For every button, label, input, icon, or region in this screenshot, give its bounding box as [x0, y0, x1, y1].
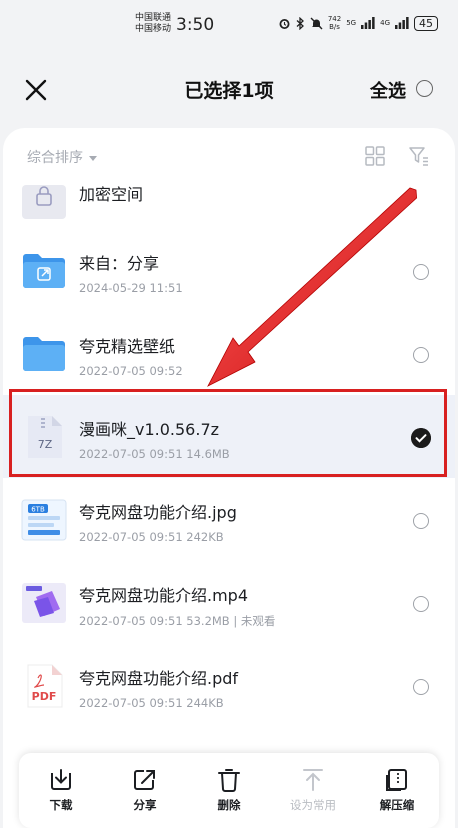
extract-archive-icon: [386, 769, 407, 791]
video-thumbnail-icon: [22, 583, 66, 623]
clock: 3:50: [176, 15, 215, 35]
share-label: 分享: [133, 798, 157, 812]
file-name: 漫画咪_v1.0.56.7z: [79, 420, 220, 439]
pdf-icon: PDF: [27, 664, 63, 708]
net-speed-value: 742: [327, 15, 342, 23]
download-label: 下载: [49, 798, 73, 812]
status-bar: 中国联通 中国移动 3:50 742 B/s 5G 4G 45: [0, 0, 458, 52]
file-name: 加密空间: [79, 185, 144, 204]
bottom-action-bar: 下载 分享 删除 设为常用 解压缩: [19, 753, 439, 828]
selection-header: 已选择1项 全选: [0, 62, 458, 118]
pin-up-icon: [303, 769, 323, 791]
battery-indicator: 45: [414, 15, 438, 31]
select-radio[interactable]: [413, 264, 429, 280]
extract-button[interactable]: 解压缩: [362, 753, 432, 823]
share-icon: [134, 770, 155, 790]
network-speed: 742 B/s: [328, 15, 341, 31]
file-meta: 2022-07-05 09:51 14.6MB: [79, 447, 230, 461]
lock-folder-icon: [22, 185, 66, 219]
set-common-label: 设为常用: [290, 798, 336, 812]
file-name: 夸克网盘功能介绍.mp4: [79, 586, 249, 605]
alarm-icon: [279, 18, 290, 29]
file-meta: 2022-07-05 09:51 244KB: [79, 696, 224, 710]
checkmark-icon[interactable]: [411, 428, 431, 448]
select-radio[interactable]: [413, 679, 429, 695]
signal-5g-label: 5G: [346, 19, 357, 27]
file-meta: 2024-05-29 11:51: [79, 281, 183, 295]
extract-label: 解压缩: [379, 798, 415, 812]
carrier-1: 中国联通: [135, 13, 172, 23]
carrier-labels: 中国联通 中国移动: [135, 13, 171, 35]
signal-bars-icon: [361, 17, 375, 29]
file-row-shared[interactable]: 来自：分享 2024-05-29 11:51: [3, 229, 455, 312]
file-name: 夸克网盘功能介绍.jpg: [79, 503, 237, 522]
select-radio[interactable]: [413, 596, 429, 612]
file-row-pdf[interactable]: PDF 夸克网盘功能介绍.pdf 2022-07-05 09:51 244KB: [3, 644, 455, 727]
select-all-radio[interactable]: [416, 80, 433, 97]
set-common-button[interactable]: 设为常用: [278, 753, 348, 823]
svg-text:7Z: 7Z: [38, 438, 53, 451]
select-radio[interactable]: [413, 513, 429, 529]
net-speed-unit: B/s: [329, 23, 340, 31]
carrier-2: 中国移动: [135, 24, 172, 34]
image-thumbnail-icon: 6TB: [21, 499, 67, 541]
signal-bars-icon-2: [395, 17, 409, 29]
share-button[interactable]: 分享: [110, 753, 180, 823]
svg-text:PDF: PDF: [32, 690, 57, 703]
signal-4g-label: 4G: [380, 19, 390, 27]
bluetooth-icon: [296, 16, 304, 30]
close-icon[interactable]: [22, 76, 50, 104]
download-icon: [51, 769, 71, 790]
svg-text:6TB: 6TB: [31, 506, 45, 514]
file-row-mp4[interactable]: 夸克网盘功能介绍.mp4 2022-07-05 09:51 53.2MB | 未…: [3, 561, 455, 644]
file-meta: 2022-07-05 09:51 53.2MB | 未观看: [79, 614, 276, 628]
file-list-panel: 综合排序 加密空间 来自：分享 2024-05-29 11:51 夸克精选壁纸 …: [3, 128, 455, 828]
shared-folder-icon: [23, 254, 65, 288]
file-row-jpg[interactable]: 6TB 夸克网盘功能介绍.jpg 2022-07-05 09:51 242KB: [3, 478, 455, 561]
file-row-encrypted-space[interactable]: 加密空间: [3, 151, 455, 234]
file-row-wallpapers[interactable]: 夸克精选壁纸 2022-07-05 09:52: [3, 312, 455, 395]
file-meta: 2022-07-05 09:52: [79, 364, 183, 378]
mute-icon: [310, 17, 323, 29]
file-name: 夸克网盘功能介绍.pdf: [79, 669, 239, 688]
trash-icon: [218, 769, 240, 792]
status-icons: 742 B/s 5G 4G 45: [278, 15, 438, 31]
download-button[interactable]: 下载: [26, 753, 96, 823]
select-all-button[interactable]: 全选: [370, 77, 406, 103]
select-radio[interactable]: [413, 347, 429, 363]
folder-icon: [23, 337, 65, 371]
file-name: 夸克精选壁纸: [79, 337, 176, 356]
7z-archive-icon: 7Z: [28, 416, 62, 458]
file-row-7z-archive[interactable]: 7Z 漫画咪_v1.0.56.7z 2022-07-05 09:51 14.6M…: [3, 395, 455, 478]
delete-label: 删除: [217, 798, 241, 812]
file-name: 来自：分享: [79, 254, 160, 273]
delete-button[interactable]: 删除: [194, 753, 264, 823]
file-meta: 2022-07-05 09:51 242KB: [79, 530, 224, 544]
